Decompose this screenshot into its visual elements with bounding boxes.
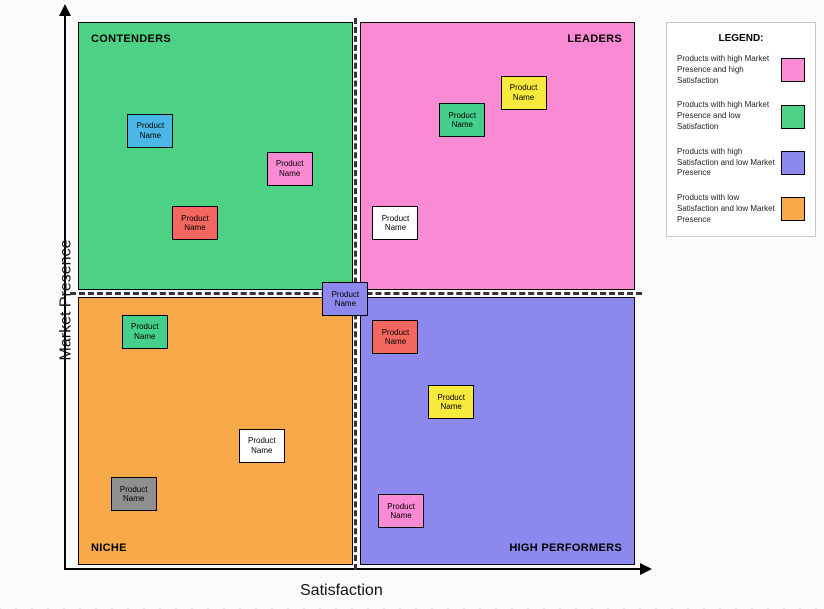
quadrant-leaders: LEADERS — [360, 22, 635, 290]
product-marker[interactable]: Product Name — [501, 76, 547, 110]
x-axis-label: Satisfaction — [300, 582, 383, 600]
legend-swatch — [781, 105, 805, 129]
product-marker[interactable]: Product Name — [372, 206, 418, 240]
legend-swatch — [781, 197, 805, 221]
legend-text: Products with high Market Presence and l… — [677, 100, 781, 132]
product-marker[interactable]: Product Name — [127, 114, 173, 148]
legend-text: Products with high Satisfaction and low … — [677, 147, 781, 179]
legend-swatch — [781, 58, 805, 82]
product-marker[interactable]: Product Name — [428, 385, 474, 419]
quadrant-niche: NICHE — [78, 297, 353, 565]
legend-title: LEGEND: — [677, 33, 805, 44]
quadrant-label: NICHE — [91, 542, 127, 554]
x-axis-arrow-icon — [640, 563, 652, 575]
legend-item: Products with high Satisfaction and low … — [677, 147, 805, 179]
legend-item: Products with high Market Presence and l… — [677, 100, 805, 132]
quadrant-label: HIGH PERFORMERS — [509, 542, 622, 554]
quadrant-label: LEADERS — [567, 33, 622, 45]
product-marker[interactable]: Product Name — [378, 494, 424, 528]
product-marker[interactable]: Product Name — [267, 152, 313, 186]
product-marker[interactable]: Product Name — [372, 320, 418, 354]
product-marker[interactable]: Product Name — [122, 315, 168, 349]
legend-item: Products with low Satisfaction and low M… — [677, 193, 805, 225]
legend-panel: LEGEND: Products with high Market Presen… — [666, 22, 816, 237]
legend-text: Products with low Satisfaction and low M… — [677, 193, 781, 225]
product-marker[interactable]: Product Name — [322, 282, 368, 316]
product-marker[interactable]: Product Name — [439, 103, 485, 137]
chart-stage: Market Presence Satisfaction CONTENDERS … — [0, 0, 824, 609]
product-marker[interactable]: Product Name — [111, 477, 157, 511]
product-marker[interactable]: Product Name — [172, 206, 218, 240]
y-axis-arrow-icon — [59, 4, 71, 16]
legend-item: Products with high Market Presence and h… — [677, 54, 805, 86]
legend-text: Products with high Market Presence and h… — [677, 54, 781, 86]
legend-swatch — [781, 151, 805, 175]
quadrant-label: CONTENDERS — [91, 33, 171, 45]
product-marker[interactable]: Product Name — [239, 429, 285, 463]
y-axis-label: Market Presence — [57, 240, 75, 361]
